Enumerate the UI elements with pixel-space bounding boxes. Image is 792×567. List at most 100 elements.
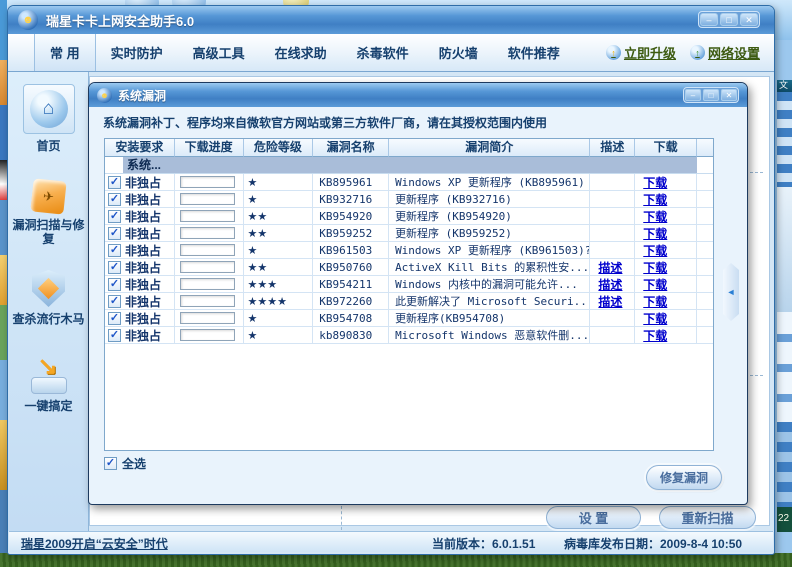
description-cell — [590, 174, 636, 190]
row-checkbox[interactable]: ✓ — [108, 277, 121, 291]
sidebar-item-0[interactable]: ⌂ 首页 — [8, 84, 89, 153]
virus-db-date-label: 病毒库发布日期：2009-8-4 10:50 — [564, 537, 743, 551]
vulnerability-name-cell: kb890830 — [313, 327, 390, 343]
risk-level-cell: ★ — [244, 327, 314, 343]
row-checkbox[interactable]: ✓ — [108, 311, 121, 325]
description-link[interactable]: 描述 — [590, 259, 622, 275]
row-checkbox[interactable]: ✓ — [108, 209, 121, 223]
download-progress-cell — [175, 276, 244, 292]
risk-stars: ★★ — [247, 227, 268, 240]
download-link[interactable]: 下载 — [635, 310, 667, 326]
sidebar-item-2[interactable]: 查杀流行木马 — [8, 270, 89, 326]
background-window-text: 文 — [777, 80, 792, 92]
table-group-row[interactable]: 系统... — [105, 157, 713, 174]
risk-level-cell: ★★★ — [244, 276, 314, 292]
collapse-panel-handle[interactable]: ◄ — [723, 263, 739, 321]
vulnerability-name-cell: KB954211 — [313, 276, 390, 292]
row-checkbox[interactable]: ✓ — [108, 260, 121, 274]
row-checkbox[interactable]: ✓ — [108, 294, 121, 308]
menu-tab[interactable]: 防火墙 — [424, 34, 493, 71]
window-controls: – □ ✕ — [698, 11, 760, 28]
vulnerability-cube-icon: ✈ — [30, 178, 67, 215]
rescan-button[interactable]: 重新扫描 — [659, 506, 756, 529]
menu-tab[interactable]: 高级工具 — [178, 34, 260, 71]
vulnerability-name-cell: KB961503 — [313, 242, 390, 258]
download-link[interactable]: 下载 — [635, 242, 667, 258]
network-icon: ↑ — [689, 45, 705, 60]
row-filler-cell — [697, 174, 713, 190]
sidebar-item-3[interactable]: ↘ 一键搞定 — [8, 353, 89, 413]
download-link[interactable]: 下载 — [635, 191, 667, 207]
close-icon[interactable]: ✕ — [740, 13, 758, 26]
repair-vulnerabilities-button[interactable]: 修复漏洞 — [646, 465, 722, 490]
column-header[interactable]: 下载 — [635, 139, 698, 157]
requirement-label: 非独占 — [125, 192, 162, 207]
network-settings-link[interactable]: ↑ 网络设置 — [689, 43, 760, 62]
dialog-logo-icon: ☻ — [97, 87, 112, 103]
progress-bar — [179, 295, 235, 307]
sidebar: ⌂ 首页 ✈ 漏洞扫描与修复查杀流行木马 ↘ 一键搞定 — [8, 72, 89, 531]
description-link[interactable]: 描述 — [590, 293, 622, 309]
download-cell: 下载 — [635, 174, 698, 190]
download-link[interactable]: 下载 — [635, 327, 667, 343]
dialog-minimize-icon[interactable]: – — [685, 89, 701, 101]
column-header[interactable]: 漏洞名称 — [313, 139, 390, 157]
desktop-grass — [0, 553, 792, 567]
progress-bar — [179, 261, 235, 273]
dialog-close-icon[interactable]: ✕ — [721, 89, 737, 101]
settings-button[interactable]: 设 置 — [546, 506, 641, 529]
column-header[interactable]: 危险等级 — [243, 139, 314, 157]
table-row: ✓ 非独占 ★★ KB950760 ActiveX Kill Bits 的累积性安...… — [105, 259, 713, 276]
row-checkbox[interactable]: ✓ — [108, 226, 121, 240]
download-link[interactable]: 下载 — [635, 259, 667, 275]
column-header[interactable]: 安装要求 — [105, 139, 175, 157]
app-logo-icon: ☻ — [18, 10, 38, 30]
promo-link[interactable]: 瑞星2009开启“云安全”时代 — [21, 535, 168, 552]
download-cell: 下载 — [635, 225, 698, 241]
minimize-icon[interactable]: – — [700, 13, 718, 26]
row-checkbox[interactable]: ✓ — [108, 192, 121, 206]
requirement-label: 非独占 — [125, 209, 162, 224]
upgrade-link[interactable]: ↑ 立即升级 — [605, 43, 676, 62]
install-requirement-cell: ✓ 非独占 — [105, 191, 175, 207]
table-row: ✓ 非独占 ★ KB932716 更新程序 (KB932716) 下载 — [105, 191, 713, 208]
menu-tab[interactable]: 实时防护 — [96, 34, 178, 71]
description-cell — [590, 327, 636, 343]
download-link[interactable]: 下载 — [635, 174, 667, 190]
home-icon: ⌂ — [29, 90, 68, 128]
column-header[interactable]: 描述 — [590, 139, 636, 157]
maximize-icon[interactable]: □ — [720, 13, 738, 26]
select-all-control[interactable]: ✓ 全选 — [104, 455, 146, 472]
row-filler-cell — [697, 310, 713, 326]
menu-tab[interactable]: 在线求助 — [260, 34, 342, 71]
menu-tab[interactable]: 常 用 — [34, 34, 96, 71]
download-link[interactable]: 下载 — [635, 208, 667, 224]
desktop-icons-strip — [0, 0, 7, 553]
download-link[interactable]: 下载 — [635, 225, 667, 241]
progress-bar — [179, 312, 235, 324]
row-checkbox[interactable]: ✓ — [108, 175, 121, 189]
download-cell: 下载 — [635, 242, 698, 258]
download-link[interactable]: 下载 — [635, 293, 667, 309]
column-header[interactable]: 漏洞简介 — [389, 139, 591, 157]
download-progress-cell — [175, 310, 244, 326]
risk-level-cell: ★★★★ — [244, 293, 314, 309]
menu-tab[interactable]: 杀毒软件 — [342, 34, 424, 71]
sidebar-item-label: 一键搞定 — [24, 399, 73, 413]
column-header[interactable]: 下载进度 — [174, 139, 244, 157]
row-checkbox[interactable]: ✓ — [108, 328, 121, 342]
download-link[interactable]: 下载 — [635, 276, 667, 292]
desktop-screen: 文 22 ☻ 瑞星卡卡上网安全助手6.0 – □ ✕ 常 用实时防护 高级工具 在线… — [0, 0, 792, 567]
risk-stars: ★ — [247, 329, 258, 342]
sidebar-item-1[interactable]: ✈ 漏洞扫描与修复 — [8, 178, 89, 246]
vulnerability-name-cell: KB932716 — [313, 191, 390, 207]
background-window-number: 22 — [777, 507, 792, 532]
vulnerability-summary-cell: Windows XP 更新程序 (KB895961) — [389, 174, 591, 190]
version-label: 当前版本：6.0.1.51 — [432, 537, 536, 551]
risk-level-cell: ★★ — [244, 225, 314, 241]
description-link[interactable]: 描述 — [590, 276, 622, 292]
dialog-maximize-icon[interactable]: □ — [703, 89, 719, 101]
select-all-checkbox[interactable]: ✓ — [104, 457, 117, 470]
row-checkbox[interactable]: ✓ — [108, 243, 121, 257]
menu-tab[interactable]: 软件推荐 — [493, 34, 575, 71]
